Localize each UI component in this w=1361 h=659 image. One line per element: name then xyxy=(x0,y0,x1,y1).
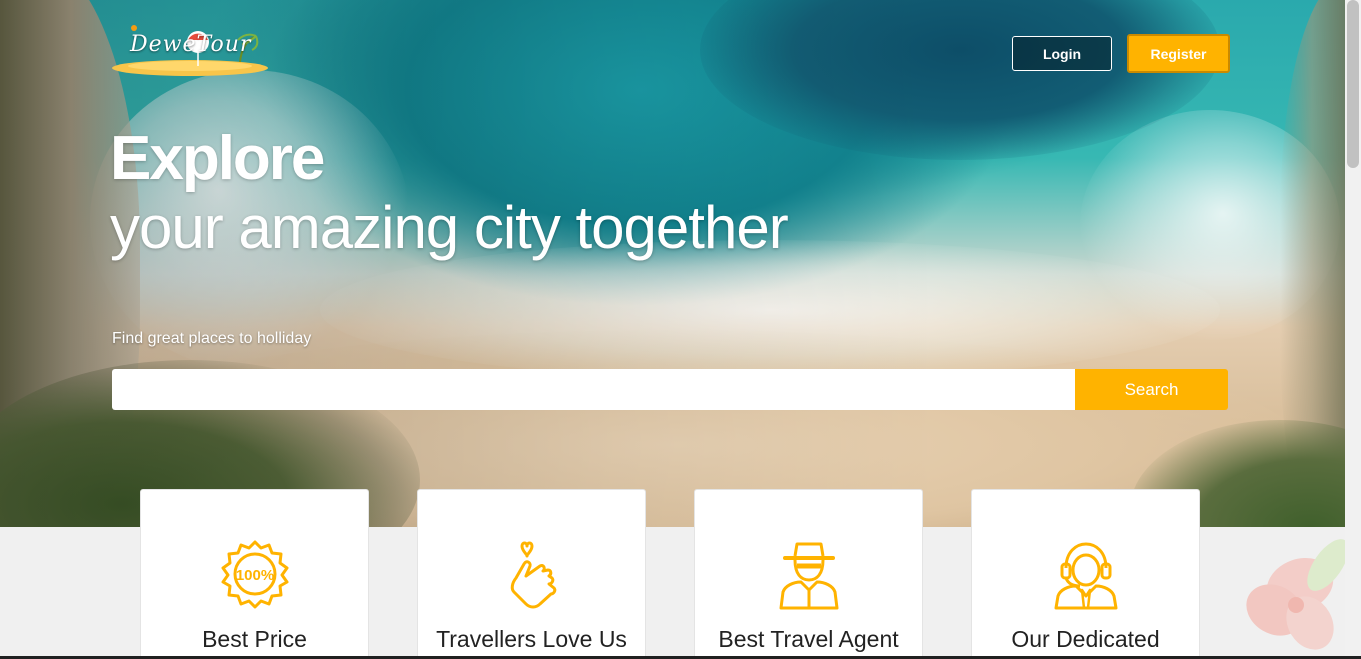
logo-text: DeweTour xyxy=(130,32,252,57)
badge-100-percent-icon: 100% xyxy=(217,536,293,612)
hero-subheadline: your amazing city together xyxy=(110,194,789,261)
finger-heart-icon xyxy=(494,536,570,612)
hero-background-image xyxy=(0,0,1345,527)
travel-agent-icon xyxy=(771,536,847,612)
feature-card-best-price: 100% Best Price xyxy=(140,489,369,659)
login-button[interactable]: Login xyxy=(1012,36,1112,71)
page: DeweTour Login Register Explore your ama… xyxy=(0,0,1361,659)
register-button[interactable]: Register xyxy=(1127,34,1230,73)
feature-title: Best Price xyxy=(202,626,307,652)
support-headset-icon xyxy=(1048,536,1124,612)
hero-headline: Explore xyxy=(110,124,325,193)
site-logo[interactable]: DeweTour xyxy=(110,22,270,78)
feature-card-travellers-love-us: Travellers Love Us xyxy=(417,489,646,659)
search-input[interactable] xyxy=(112,369,1076,410)
svg-text:100%: 100% xyxy=(236,567,274,584)
feature-card-our-dedicated: Our Dedicated xyxy=(971,489,1200,659)
feature-title: Travellers Love Us xyxy=(436,626,627,652)
scrollbar-thumb[interactable] xyxy=(1347,0,1359,168)
hibiscus-decoration-icon xyxy=(1230,505,1345,659)
feature-card-best-travel-agent: Best Travel Agent xyxy=(694,489,923,659)
search-label: Find great places to holliday xyxy=(112,330,312,347)
feature-title: Best Travel Agent xyxy=(718,626,899,652)
feature-title: Our Dedicated xyxy=(1011,626,1160,652)
search-button[interactable]: Search xyxy=(1075,369,1228,410)
